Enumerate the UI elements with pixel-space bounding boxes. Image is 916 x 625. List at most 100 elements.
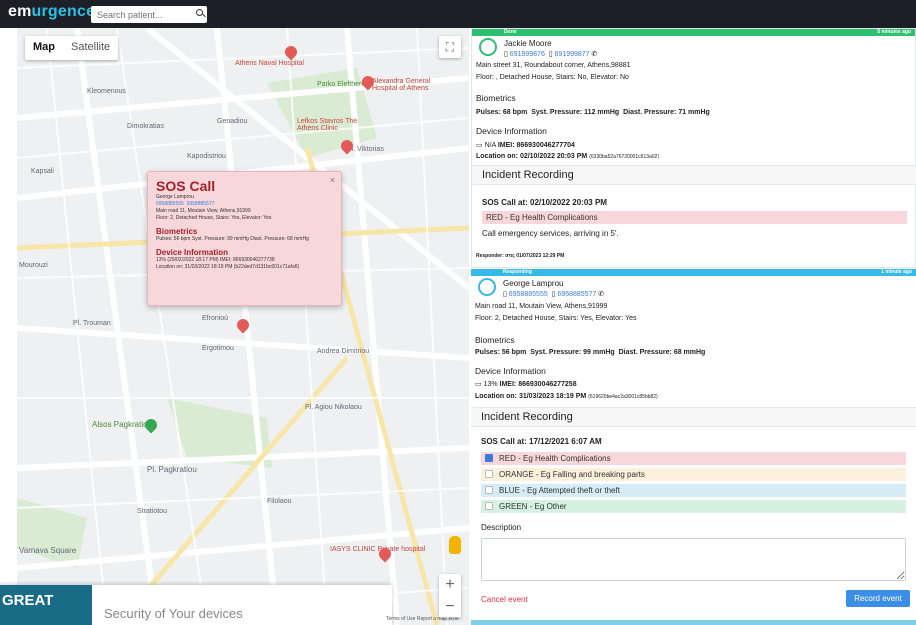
sos-time: SOS Call at: 02/10/2022 20:03 PM [482,198,607,207]
map-label: Genadiou [217,118,248,125]
incident-note: Call emergency services, arriving in 5'. [482,229,619,238]
patient-floor: Floor: , Detached House, Stairs: No, Ele… [476,74,629,81]
call-icon[interactable]: ✆ [592,51,598,58]
battery-icon: ▭ [475,381,484,388]
popup-location: Location on: 31/03/2023 18:19 PM (b22ded… [156,264,300,270]
severity-option-label: ORANGE - Eg Falling and breaking parts [499,470,645,479]
biometrics-title: Biometrics [476,93,516,103]
imei: IMEI: 866930046277704 [497,142,575,149]
map-label: Filolaou [267,498,292,505]
call-icon[interactable]: ✆ [598,291,604,298]
status-time: 5 minutes ago [877,29,911,35]
location-id: (619620be4ac2a3001c85bb82) [588,394,658,400]
popup-biometrics: Pulses: 56 bpm Syst. Pressure: 99 mmHg D… [156,236,309,242]
device-info-title: Device Information [475,366,546,376]
map-type-control: Map Satellite [25,36,119,60]
map-label: Stratiotou [137,508,167,515]
phone-ringing-icon [478,278,496,296]
location-time: Location on: 02/10/2022 20:03 PM [476,153,588,160]
status-time: 1 minute ago [881,269,912,275]
status-label: Responding [503,269,532,275]
zoom-control: + − [439,574,461,618]
popup-biometrics-title: Biometrics [156,227,198,236]
patient-address: Main street 31, Roundabout corner, Athen… [476,62,631,69]
checkbox-icon[interactable] [485,502,493,510]
popup-details: Floor: 2, Detached House, Stairs: Yes, E… [156,215,272,221]
phone-link[interactable]: 691999876 [510,51,545,58]
location-id: (6330ba52a76720001c613a02) [589,154,660,160]
patient-name: George Lamprou [503,279,564,288]
map-label: Ergotimou [202,345,234,352]
phone-link[interactable]: 6958885577 [557,291,596,298]
phone-link[interactable]: 6958885555 [509,291,548,298]
description-textarea[interactable] [481,538,906,581]
severity-option[interactable]: RED - Eg Health Complications [481,452,906,465]
popup-phone-link[interactable]: 6958885577 [187,201,215,207]
app-logo[interactable]: emurgence [8,3,95,21]
patient-address: Main road 11, Moutain View, Athens,91999 [475,303,608,310]
popup-device: 13% (25/02/2022 18:17 PM) IMEI: 86693004… [156,257,275,263]
map-label: Kapsali [31,168,54,175]
phone-link[interactable]: 691999877 [555,51,590,58]
incident-recording-header: Incident Recording [472,165,916,185]
sos-popup: × SOS Call George Lamprou 6958885555 695… [147,171,342,306]
ad-text: Security of Your devices [104,606,243,621]
search-icon[interactable] [196,9,203,16]
patient-name: Jackie Moore [504,39,552,48]
map-terms[interactable]: Terms of Use Report a map error [386,616,459,622]
incident-recording-header: Incident Recording [471,407,916,427]
severity-option[interactable]: ORANGE - Eg Falling and breaking parts [481,468,906,481]
severity-option[interactable]: BLUE - Eg Attempted theft or theft [481,484,906,497]
diastolic: Diast. Pressure: 68 mmHg [618,349,706,356]
status-bar: Done 5 minutes ago [472,29,915,36]
device-info-title: Device Information [476,126,547,136]
popup-name: George Lamprou [156,194,194,200]
map-type-satellite-button[interactable]: Satellite [63,36,118,60]
location-pin-icon [479,38,497,56]
map-view[interactable]: Athens Naval Hospital Alexandra General … [17,28,469,625]
severity-option[interactable]: GREEN - Eg Other [481,500,906,513]
street-view-pegman-icon[interactable] [449,536,461,554]
responder: Responder: στις 01/07/2023 12:29 PM [476,253,565,259]
pulses: Pulses: 56 bpm [475,349,527,356]
zoom-out-button[interactable]: − [439,596,461,618]
ad-logo: GREAT [0,585,92,625]
imei: IMEI: 866930046277258 [499,381,577,388]
record-event-button[interactable]: Record event [846,590,910,607]
search-patient-input[interactable] [91,6,207,23]
popup-phone-link[interactable]: 6958885555 [156,201,184,207]
incident-card: Done 5 minutes ago Jackie Moore ▯ 691999… [471,28,916,268]
top-bar: emurgence [0,0,916,28]
battery-level: 13% [483,381,498,388]
popup-device-title: Device Information [156,248,229,257]
map-label: Andrea Dimitriou [317,348,370,355]
popup-title: SOS Call [156,178,216,194]
map-label: Kleomenous [87,88,126,95]
map-label: Dimokratias [127,123,164,130]
incident-panel: Done 5 minutes ago Jackie Moore ▯ 691999… [471,28,916,625]
map-label: Pl. Pagkratiou [147,465,197,474]
map-type-map-button[interactable]: Map [25,36,63,60]
zoom-in-button[interactable]: + [439,574,461,596]
map-label: Kapodistriou [187,153,226,160]
severity-option-label: BLUE - Eg Attempted theft or theft [499,486,620,495]
severity-tag: RED - Eg Health Complications [482,211,907,224]
pulses: Pulses: 68 bpm [476,109,528,116]
cancel-event-button[interactable]: Cancel event [481,595,528,604]
checkbox-checked-icon[interactable] [485,454,493,462]
checkbox-icon[interactable] [485,470,493,478]
map-label: Varnava Square [19,546,77,555]
battery-level: N/A [484,142,496,149]
map-label: Pl. Agiou Nikolaou [305,404,362,411]
status-bar: Responding 1 minute ago [471,269,916,276]
close-icon[interactable]: × [330,175,335,185]
patient-floor: Floor: 2, Detached House, Stairs: Yes, E… [475,315,637,322]
map-label: Athens Naval Hospital [235,60,304,67]
map-label: IASYS CLINIC Private hospital [330,546,426,553]
systolic: Syst. Pressure: 112 mmHg [531,109,620,116]
diastolic: Diast. Pressure: 71 mmHg [623,109,710,116]
map-label: Efronioú [202,315,229,322]
fullscreen-icon[interactable]: ⛶ [439,36,461,58]
checkbox-icon[interactable] [485,486,493,494]
description-label: Description [481,523,522,532]
